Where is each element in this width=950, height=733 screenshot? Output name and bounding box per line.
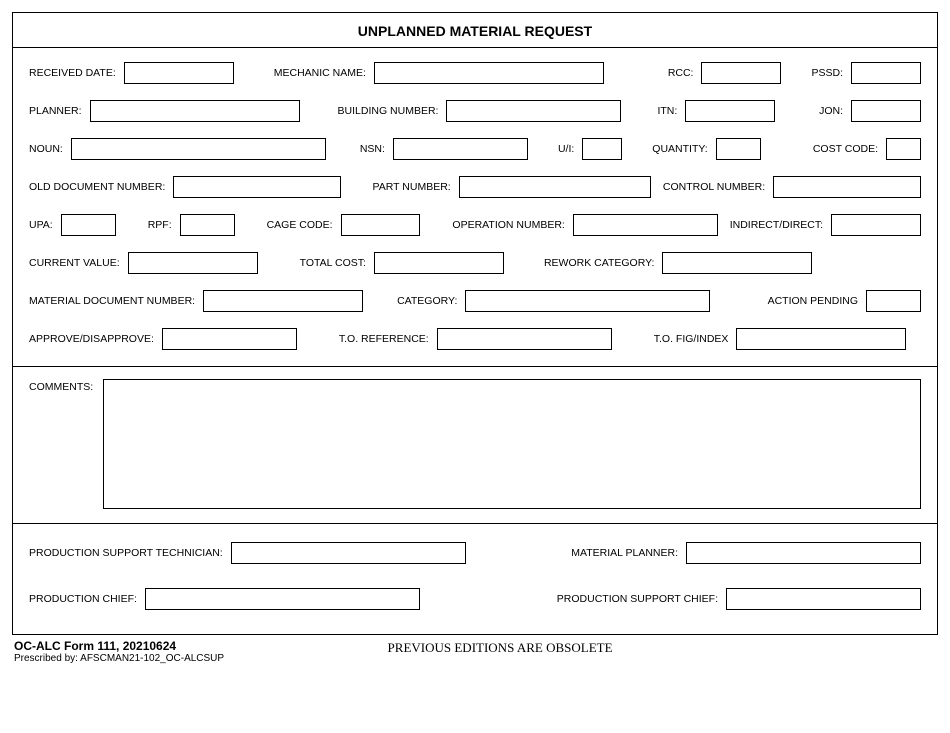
- sig-row-2: PRODUCTION CHIEF: PRODUCTION SUPPORT CHI…: [29, 588, 921, 610]
- label-ui: U/I:: [558, 143, 574, 155]
- field-current-value[interactable]: [128, 252, 258, 274]
- field-noun[interactable]: [71, 138, 326, 160]
- label-planner: PLANNER:: [29, 105, 82, 117]
- field-cost-code[interactable]: [886, 138, 921, 160]
- label-nsn: NSN:: [360, 143, 385, 155]
- signatures-section: PRODUCTION SUPPORT TECHNICIAN: MATERIAL …: [13, 524, 937, 634]
- field-building-number[interactable]: [446, 100, 621, 122]
- form-id: OC-ALC Form 111, 20210624: [14, 639, 224, 653]
- field-pssd[interactable]: [851, 62, 921, 84]
- field-planner[interactable]: [90, 100, 300, 122]
- field-mechanic-name[interactable]: [374, 62, 604, 84]
- label-old-document-number: OLD DOCUMENT NUMBER:: [29, 181, 165, 193]
- label-operation-number: OPERATION NUMBER:: [452, 219, 564, 231]
- field-material-planner[interactable]: [686, 542, 921, 564]
- footer: OC-ALC Form 111, 20210624 Prescribed by:…: [12, 635, 938, 664]
- label-current-value: CURRENT VALUE:: [29, 257, 120, 269]
- field-upa[interactable]: [61, 214, 116, 236]
- comments-section: COMMENTS:: [13, 367, 937, 524]
- field-rcc[interactable]: [701, 62, 781, 84]
- field-received-date[interactable]: [124, 62, 234, 84]
- field-quantity[interactable]: [716, 138, 761, 160]
- row-8: APPROVE/DISAPPROVE: T.O. REFERENCE: T.O.…: [29, 328, 921, 350]
- label-material-document-number: MATERIAL DOCUMENT NUMBER:: [29, 295, 195, 307]
- field-jon[interactable]: [851, 100, 921, 122]
- label-to-fig-index: T.O. FIG/INDEX: [654, 333, 729, 345]
- field-operation-number[interactable]: [573, 214, 718, 236]
- field-material-document-number[interactable]: [203, 290, 363, 312]
- field-part-number[interactable]: [459, 176, 651, 198]
- label-itn: ITN:: [657, 105, 677, 117]
- label-mechanic-name: MECHANIC NAME:: [274, 67, 366, 79]
- field-production-chief[interactable]: [145, 588, 420, 610]
- label-noun: NOUN:: [29, 143, 63, 155]
- label-received-date: RECEIVED DATE:: [29, 67, 116, 79]
- sig-row-1: PRODUCTION SUPPORT TECHNICIAN: MATERIAL …: [29, 542, 921, 564]
- label-production-chief: PRODUCTION CHIEF:: [29, 593, 137, 605]
- label-indirect-direct: INDIRECT/DIRECT:: [730, 219, 823, 231]
- label-upa: UPA:: [29, 219, 53, 231]
- form-page: UNPLANNED MATERIAL REQUEST RECEIVED DATE…: [12, 12, 938, 635]
- field-to-fig-index[interactable]: [736, 328, 906, 350]
- label-total-cost: TOTAL COST:: [300, 257, 366, 269]
- label-part-number: PART NUMBER:: [373, 181, 451, 193]
- field-rework-category[interactable]: [662, 252, 812, 274]
- field-old-document-number[interactable]: [173, 176, 341, 198]
- label-rework-category: REWORK CATEGORY:: [544, 257, 654, 269]
- field-approve-disapprove[interactable]: [162, 328, 297, 350]
- row-7: MATERIAL DOCUMENT NUMBER: CATEGORY: ACTI…: [29, 290, 921, 312]
- row-6: CURRENT VALUE: TOTAL COST: REWORK CATEGO…: [29, 252, 921, 274]
- field-itn[interactable]: [685, 100, 775, 122]
- field-indirect-direct[interactable]: [831, 214, 921, 236]
- label-approve-disapprove: APPROVE/DISAPPROVE:: [29, 333, 154, 345]
- page-title: UNPLANNED MATERIAL REQUEST: [13, 23, 937, 39]
- field-action-pending[interactable]: [866, 290, 921, 312]
- label-building-number: BUILDING NUMBER:: [338, 105, 439, 117]
- field-rpf[interactable]: [180, 214, 235, 236]
- prescribed-by: Prescribed by: AFSCMAN21-102_OC-ALCSUP: [14, 653, 224, 664]
- label-cost-code: COST CODE:: [813, 143, 878, 155]
- label-rcc: RCC:: [668, 67, 694, 79]
- field-ui[interactable]: [582, 138, 622, 160]
- label-production-support-technician: PRODUCTION SUPPORT TECHNICIAN:: [29, 547, 223, 559]
- row-1: RECEIVED DATE: MECHANIC NAME: RCC: PSSD:: [29, 62, 921, 84]
- field-category[interactable]: [465, 290, 710, 312]
- label-action-pending: ACTION PENDING: [768, 295, 858, 307]
- row-4: OLD DOCUMENT NUMBER: PART NUMBER: CONTRO…: [29, 176, 921, 198]
- footer-obsolete: PREVIOUS EDITIONS ARE OBSOLETE: [244, 639, 756, 656]
- label-rpf: RPF:: [148, 219, 172, 231]
- title-section: UNPLANNED MATERIAL REQUEST: [13, 13, 937, 48]
- field-cage-code[interactable]: [341, 214, 421, 236]
- field-control-number[interactable]: [773, 176, 921, 198]
- row-5: UPA: RPF: CAGE CODE: OPERATION NUMBER: I…: [29, 214, 921, 236]
- row-3: NOUN: NSN: U/I: QUANTITY: COST CODE:: [29, 138, 921, 160]
- field-production-support-technician[interactable]: [231, 542, 466, 564]
- label-pssd: PSSD:: [811, 67, 843, 79]
- field-total-cost[interactable]: [374, 252, 504, 274]
- label-category: CATEGORY:: [397, 295, 457, 307]
- field-nsn[interactable]: [393, 138, 528, 160]
- row-2: PLANNER: BUILDING NUMBER: ITN: JON:: [29, 100, 921, 122]
- field-to-reference[interactable]: [437, 328, 612, 350]
- label-jon: JON:: [819, 105, 843, 117]
- label-cage-code: CAGE CODE:: [267, 219, 333, 231]
- label-production-support-chief: PRODUCTION SUPPORT CHIEF:: [557, 593, 718, 605]
- label-quantity: QUANTITY:: [652, 143, 707, 155]
- field-comments[interactable]: [103, 379, 921, 509]
- form-body: RECEIVED DATE: MECHANIC NAME: RCC: PSSD:…: [13, 48, 937, 367]
- label-to-reference: T.O. REFERENCE:: [339, 333, 429, 345]
- label-material-planner: MATERIAL PLANNER:: [571, 547, 678, 559]
- label-control-number: CONTROL NUMBER:: [663, 181, 765, 193]
- field-production-support-chief[interactable]: [726, 588, 921, 610]
- footer-left: OC-ALC Form 111, 20210624 Prescribed by:…: [14, 639, 224, 664]
- label-comments: COMMENTS:: [29, 379, 93, 393]
